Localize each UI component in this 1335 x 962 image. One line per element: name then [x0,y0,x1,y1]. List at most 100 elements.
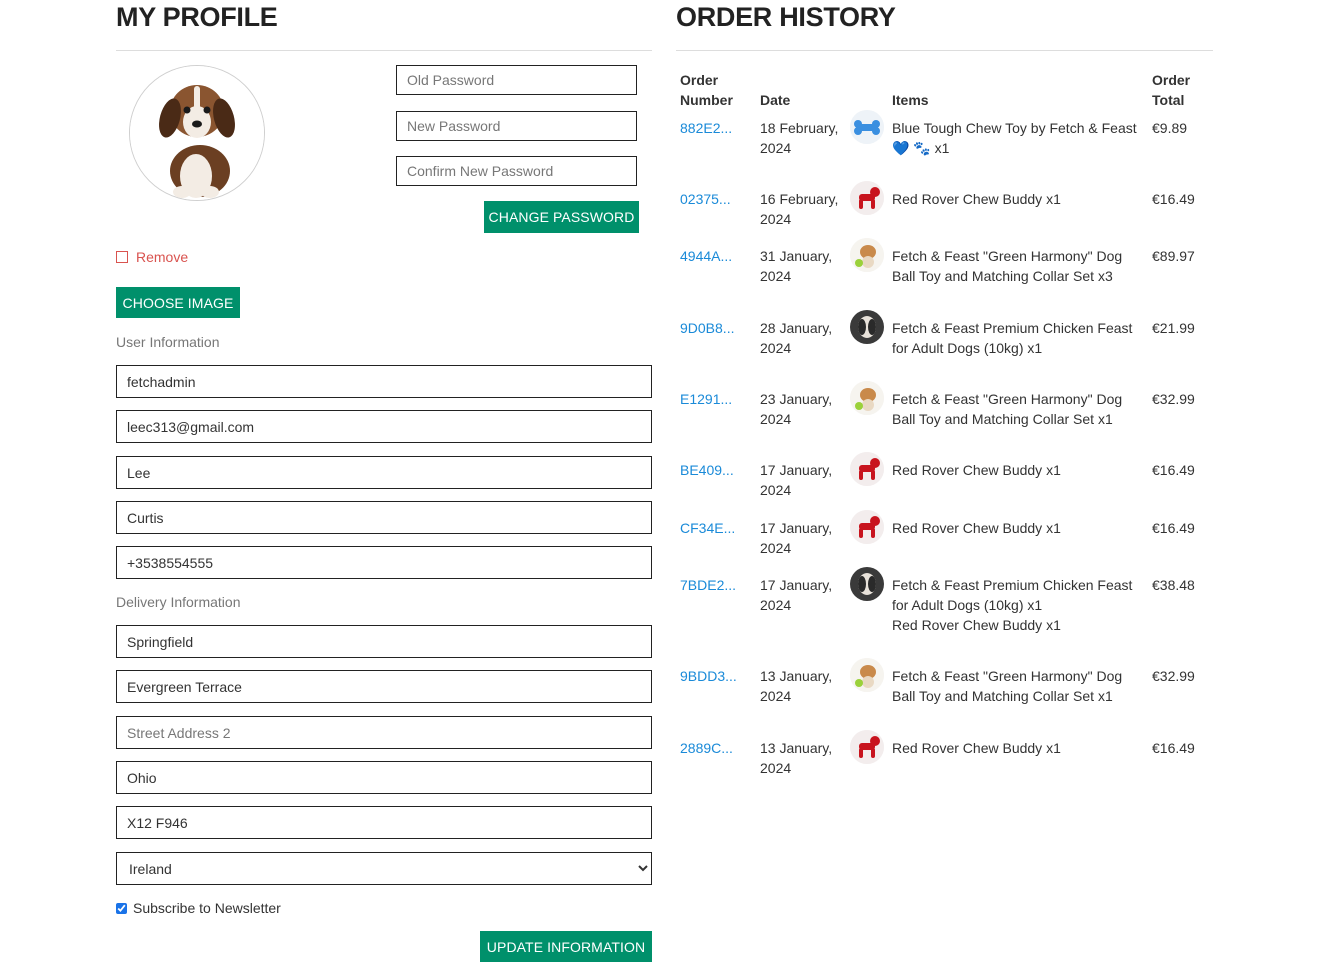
country-select[interactable]: Ireland [116,852,652,885]
order-link[interactable]: 02375... [680,189,731,209]
order-date: 17 January, 2024 [760,462,833,498]
order-item: Red Rover Chew Buddy x1 [892,740,1061,756]
order-items: Red Rover Chew Buddy x1 [892,460,1142,480]
order-items: Red Rover Chew Buddy x1 [892,518,1142,538]
order-link[interactable]: 4944A... [680,246,732,266]
order-item: Fetch & Feast "Green Harmony" Dog Ball T… [892,248,1123,284]
order-items: Fetch & Feast "Green Harmony" Dog Ball T… [892,666,1142,706]
header-date: Date [760,92,791,108]
red-dog-toy-icon [850,181,884,215]
order-link[interactable]: 882E2... [680,118,732,138]
red-dog-toy-icon [850,730,884,764]
order-item: Red Rover Chew Buddy x1 [892,520,1061,536]
town-field[interactable] [116,625,652,658]
order-date: 13 January, 2024 [760,740,833,776]
order-total: €16.49 [1152,191,1195,207]
order-history-divider [676,50,1213,51]
order-link[interactable]: 9BDD3... [680,666,737,686]
order-items: Fetch & Feast Premium Chicken Feast for … [892,318,1142,358]
order-date: 28 January, 2024 [760,320,833,356]
order-total: €89.97 [1152,248,1195,264]
street2-field[interactable] [116,716,652,749]
update-information-button[interactable]: UPDATE INFORMATION [480,931,652,962]
order-date: 31 January, 2024 [760,248,833,284]
order-item: Red Rover Chew Buddy x1 [892,191,1061,207]
order-item: Fetch & Feast Premium Chicken Feast for … [892,320,1133,356]
change-password-button[interactable]: CHANGE PASSWORD [484,201,639,233]
order-date: 16 February, 2024 [760,191,839,227]
profile-title: MY PROFILE [116,2,278,32]
order-item: Red Rover Chew Buddy x1 [892,617,1061,633]
newsletter-label: Subscribe to Newsletter [133,900,281,916]
order-item: Blue Tough Chew Toy by Fetch & Feast 💙 🐾… [892,120,1137,156]
avatar [129,65,265,201]
order-items: Fetch & Feast Premium Chicken Feast for … [892,575,1142,635]
dog-food-bag-icon [850,567,884,601]
order-items: Fetch & Feast "Green Harmony" Dog Ball T… [892,389,1142,429]
order-link[interactable]: CF34E... [680,518,735,538]
dog-ball-collar-icon [850,238,884,272]
order-date: 13 January, 2024 [760,668,833,704]
dog-ball-collar-icon [850,381,884,415]
header-order-number-line2: Number [680,92,733,108]
newsletter-toggle[interactable]: Subscribe to Newsletter [116,900,281,916]
order-total: €9.89 [1152,120,1188,136]
phone-field[interactable] [116,546,652,579]
remove-image-toggle[interactable]: Remove [116,249,188,265]
header-order-total: Order Total [1152,70,1190,110]
first-name-field[interactable] [116,456,652,489]
username-field[interactable] [116,365,652,398]
profile-divider [116,50,652,51]
order-date: 23 January, 2024 [760,391,833,427]
newsletter-checkbox[interactable] [116,902,127,914]
header-order-number: Order Number [680,70,733,110]
header-total-line2: Total [1152,92,1185,108]
delivery-info-heading: Delivery Information [116,594,241,610]
red-dog-toy-icon [850,452,884,486]
header-order-number-line1: Order [680,72,719,88]
remove-label: Remove [136,249,189,265]
order-link[interactable]: 7BDE2... [680,575,736,595]
street1-field[interactable] [116,670,652,703]
dog-ball-collar-icon [850,658,884,692]
order-total: €16.49 [1152,740,1195,756]
county-field[interactable] [116,761,652,794]
confirm-password-input[interactable] [396,156,637,186]
choose-image-button[interactable]: CHOOSE IMAGE [116,287,240,318]
order-items: Red Rover Chew Buddy x1 [892,738,1142,758]
order-date: 17 January, 2024 [760,577,833,613]
order-item: Fetch & Feast Premium Chicken Feast for … [892,577,1133,613]
order-history-title: ORDER HISTORY [676,2,896,32]
header-items: Items [892,92,929,108]
dog-food-bag-icon [850,310,884,344]
puppy-photo-icon [130,66,264,200]
user-info-heading: User Information [116,334,220,350]
order-total: €32.99 [1152,668,1195,684]
order-item: Red Rover Chew Buddy x1 [892,462,1061,478]
red-dog-toy-icon [850,510,884,544]
order-link[interactable]: 2889C... [680,738,733,758]
order-date: 18 February, 2024 [760,120,839,156]
order-total: €32.99 [1152,391,1195,407]
order-items: Fetch & Feast "Green Harmony" Dog Ball T… [892,246,1142,286]
order-link[interactable]: E1291... [680,389,732,409]
order-item: Fetch & Feast "Green Harmony" Dog Ball T… [892,391,1123,427]
profile-section: MY PROFILE CHANGE PASSWORD Remove CHOOSE… [116,0,652,962]
old-password-input[interactable] [396,65,637,95]
header-total-line1: Order [1152,72,1191,88]
blue-bone-toy-icon [850,110,884,144]
order-link[interactable]: BE409... [680,460,734,480]
order-items: Red Rover Chew Buddy x1 [892,189,1142,209]
postcode-field[interactable] [116,806,652,839]
last-name-field[interactable] [116,501,652,534]
order-total: €16.49 [1152,520,1195,536]
order-total: €21.99 [1152,320,1195,336]
order-history-section: ORDER HISTORY Order Number Date Items Or… [676,0,1213,776]
order-total: €38.48 [1152,577,1195,593]
remove-checkbox[interactable] [116,251,128,263]
order-total: €16.49 [1152,462,1195,478]
email-field[interactable] [116,410,652,443]
order-link[interactable]: 9D0B8... [680,318,734,338]
order-items: Blue Tough Chew Toy by Fetch & Feast 💙 🐾… [892,118,1142,158]
new-password-input[interactable] [396,111,637,141]
